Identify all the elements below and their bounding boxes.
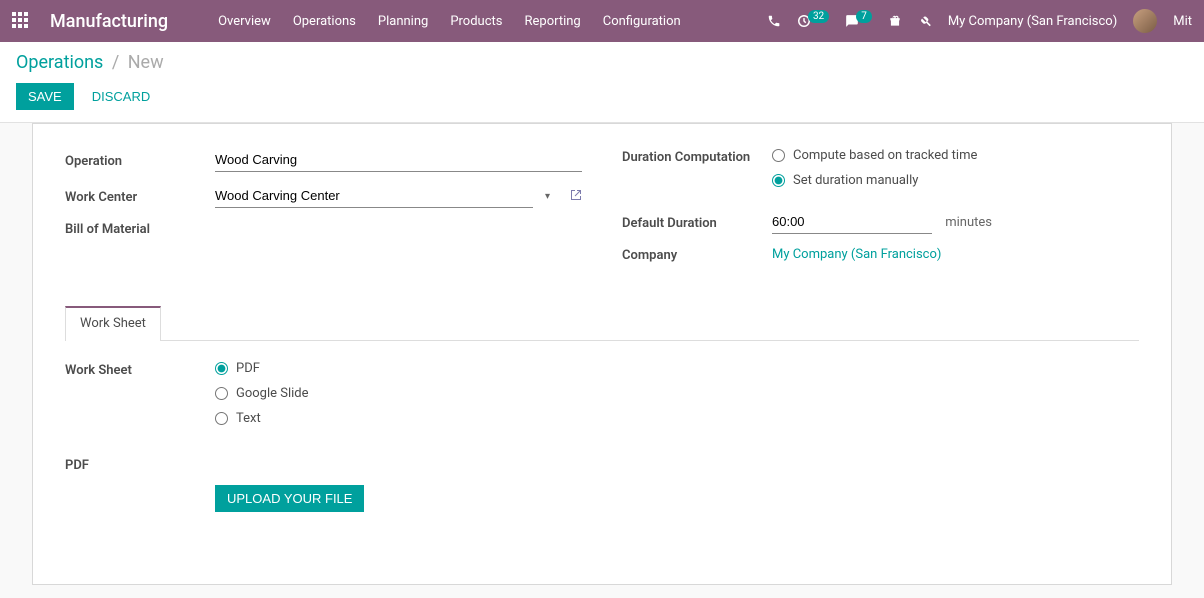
- radio-text[interactable]: [215, 412, 228, 425]
- worksheet-option-slide[interactable]: Google Slide: [215, 386, 582, 401]
- activity-badge: 32: [808, 10, 829, 23]
- form-right-column: Duration Computation Compute based on tr…: [622, 148, 1139, 275]
- duration-computation-label: Duration Computation: [622, 148, 772, 165]
- worksheet-option-text[interactable]: Text: [215, 411, 582, 426]
- menu-overview[interactable]: Overview: [218, 14, 271, 29]
- operation-label: Operation: [65, 152, 215, 169]
- messages-badge: 7: [856, 10, 872, 23]
- company-switcher[interactable]: My Company (San Francisco): [948, 14, 1117, 29]
- main-menu: Overview Operations Planning Products Re…: [218, 14, 681, 29]
- radio-pdf-label: PDF: [236, 361, 260, 376]
- company-value[interactable]: My Company (San Francisco): [772, 247, 941, 262]
- duration-option-manual[interactable]: Set duration manually: [772, 173, 1139, 188]
- username[interactable]: Mit: [1173, 14, 1192, 29]
- notebook-tabs: Work Sheet: [65, 305, 1139, 341]
- breadcrumb: Operations / New: [16, 52, 1188, 73]
- radio-tracked[interactable]: [772, 149, 785, 162]
- breadcrumb-parent[interactable]: Operations: [16, 52, 103, 73]
- apps-icon[interactable]: [12, 12, 30, 30]
- avatar[interactable]: [1133, 9, 1157, 33]
- workcenter-input[interactable]: [215, 184, 533, 208]
- default-duration-label: Default Duration: [622, 214, 772, 231]
- menu-configuration[interactable]: Configuration: [603, 14, 681, 29]
- bom-label: Bill of Material: [65, 220, 215, 237]
- top-navbar: Manufacturing Overview Operations Planni…: [0, 0, 1204, 42]
- control-bar: Operations / New SAVE DISCARD: [0, 42, 1204, 123]
- menu-operations[interactable]: Operations: [293, 14, 356, 29]
- phone-icon[interactable]: [767, 14, 781, 28]
- radio-manual[interactable]: [772, 174, 785, 187]
- menu-planning[interactable]: Planning: [378, 14, 428, 29]
- radio-manual-label: Set duration manually: [793, 173, 918, 188]
- breadcrumb-separator: /: [112, 52, 119, 73]
- worksheet-option-pdf[interactable]: PDF: [215, 361, 582, 376]
- operation-input[interactable]: [215, 148, 582, 172]
- duration-option-tracked[interactable]: Compute based on tracked time: [772, 148, 1139, 163]
- default-duration-unit: minutes: [945, 215, 992, 230]
- workcenter-label: Work Center: [65, 188, 215, 205]
- radio-text-label: Text: [236, 411, 261, 426]
- navbar-right: 32 7 My Company (San Francisco) Mit: [767, 9, 1192, 33]
- radio-tracked-label: Compute based on tracked time: [793, 148, 977, 163]
- breadcrumb-current: New: [128, 52, 164, 73]
- upload-file-button[interactable]: UPLOAD YOUR FILE: [215, 485, 364, 512]
- radio-pdf[interactable]: [215, 362, 228, 375]
- workcenter-dropdown-caret[interactable]: ▾: [541, 191, 554, 202]
- messages-icon[interactable]: 7: [845, 14, 872, 28]
- radio-slide-label: Google Slide: [236, 386, 309, 401]
- company-label: Company: [622, 246, 772, 263]
- radio-slide[interactable]: [215, 387, 228, 400]
- workcenter-external-link-icon[interactable]: [570, 189, 582, 204]
- save-button[interactable]: SAVE: [16, 83, 74, 110]
- tools-icon[interactable]: [918, 14, 932, 28]
- menu-products[interactable]: Products: [450, 14, 502, 29]
- tab-worksheet-content: Work Sheet PDF Google Slide: [65, 341, 1139, 544]
- menu-reporting[interactable]: Reporting: [525, 14, 581, 29]
- discard-button[interactable]: DISCARD: [92, 89, 151, 104]
- form-left-column: Operation Work Center ▾: [65, 148, 582, 275]
- worksheet-type-label: Work Sheet: [65, 361, 215, 378]
- action-buttons: SAVE DISCARD: [16, 83, 1188, 110]
- activity-icon[interactable]: 32: [797, 14, 829, 28]
- gift-icon[interactable]: [888, 14, 902, 28]
- pdf-label: PDF: [65, 456, 215, 473]
- app-brand[interactable]: Manufacturing: [50, 11, 168, 32]
- form-sheet: Operation Work Center ▾: [32, 123, 1172, 585]
- tab-worksheet[interactable]: Work Sheet: [65, 306, 161, 341]
- default-duration-input[interactable]: [772, 210, 932, 234]
